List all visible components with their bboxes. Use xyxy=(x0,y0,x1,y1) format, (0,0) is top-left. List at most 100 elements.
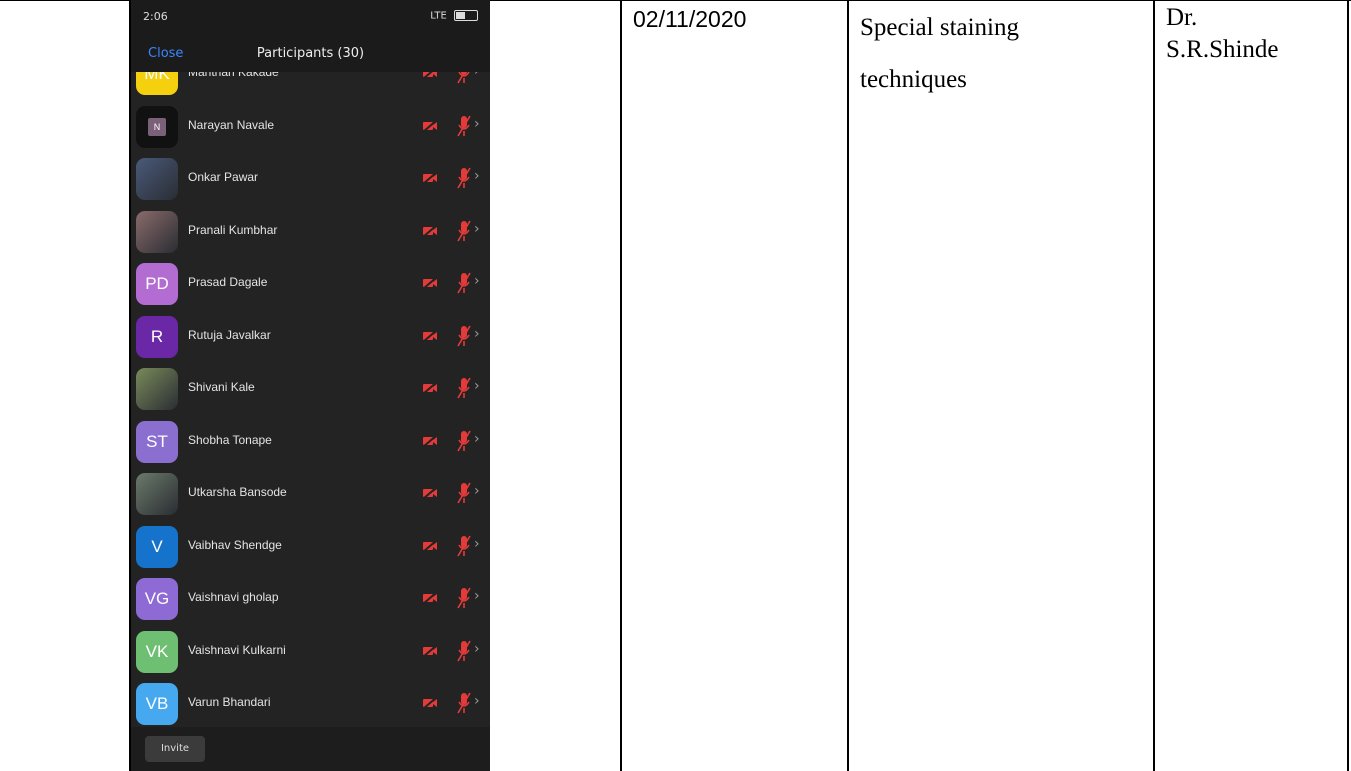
mic-muted-icon xyxy=(457,115,471,136)
avatar: N xyxy=(136,105,178,148)
mic-muted-icon xyxy=(457,167,471,189)
mic-muted-icon xyxy=(457,325,471,346)
mic-muted-icon xyxy=(457,640,471,661)
chevron-right-icon[interactable]: › xyxy=(474,273,480,289)
table-border-col4 xyxy=(1153,0,1155,771)
participant-name: Utkarsha Bansode xyxy=(188,485,287,499)
participants-footer: Invite xyxy=(131,727,490,771)
status-time: 2:06 xyxy=(143,10,168,23)
participant-name: Onkar Pawar xyxy=(188,170,259,184)
avatar-initial: N xyxy=(148,118,166,137)
video-off-icon xyxy=(422,538,438,553)
avatar: VG xyxy=(136,578,178,620)
chevron-right-icon[interactable]: › xyxy=(474,221,480,237)
participant-row[interactable]: N Narayan Navale › xyxy=(131,100,490,154)
participant-name: Vaishnavi Kulkarni xyxy=(188,642,286,657)
mic-muted-icon xyxy=(457,692,471,714)
chevron-right-icon[interactable]: › xyxy=(474,588,480,604)
chevron-right-icon[interactable]: › xyxy=(474,483,480,499)
topic-line-2: techniques xyxy=(860,66,967,93)
participant-name: Vaibhav Shendge xyxy=(188,537,282,552)
mic-muted-icon xyxy=(457,272,471,294)
chevron-right-icon[interactable]: › xyxy=(474,378,480,394)
mic-muted-icon xyxy=(457,587,471,609)
video-off-icon xyxy=(422,486,438,500)
chevron-right-icon[interactable]: › xyxy=(474,693,480,709)
participants-list[interactable]: MKManthan Kakade›NNarayan Navale›Onkar P… xyxy=(131,72,490,727)
participant-row[interactable]: ST Shobha Tonape › xyxy=(131,415,490,469)
chevron-right-icon[interactable]: › xyxy=(474,326,480,342)
mic-muted-icon xyxy=(457,430,471,451)
status-bar: 2:06 LTE xyxy=(131,0,490,36)
video-off-icon xyxy=(422,223,438,238)
participant-row[interactable]: VG Vaishnavi gholap › xyxy=(131,572,490,626)
video-off-icon xyxy=(422,276,438,290)
participant-row[interactable]: MK Manthan Kakade › xyxy=(131,72,490,101)
network-label: LTE xyxy=(430,10,447,22)
participants-screenshot: 2:06 LTE Close Participants (30) MK Manth… xyxy=(131,0,490,771)
avatar: V xyxy=(136,525,178,568)
video-off-icon xyxy=(422,72,437,80)
participant-row[interactable]: Utkarsha Bansode › xyxy=(131,467,490,521)
video-off-icon xyxy=(422,591,438,605)
topic-line-1: Special staining xyxy=(860,14,1019,41)
video-off-icon xyxy=(422,381,438,395)
participant-name: Pranali Kumbhar xyxy=(188,222,278,237)
mic-muted-icon xyxy=(457,482,471,504)
mic-muted-icon xyxy=(457,535,471,556)
avatar xyxy=(136,210,178,253)
participant-row[interactable]: Onkar Pawar › xyxy=(131,152,490,206)
status-indicators: LTE xyxy=(430,10,478,22)
topic-cell: Special staining techniques xyxy=(860,2,1150,106)
participant-name: Vaishnavi gholap xyxy=(188,590,279,604)
chevron-right-icon[interactable]: › xyxy=(474,72,480,79)
participant-row[interactable]: PD Prasad Dagale › xyxy=(131,257,490,311)
participant-name: Narayan Navale xyxy=(188,117,275,132)
teacher-line-2: S.R.Shinde xyxy=(1166,36,1279,63)
video-off-icon xyxy=(422,171,438,185)
chevron-right-icon[interactable]: › xyxy=(474,641,480,657)
participant-row[interactable]: V Vaibhav Shendge › xyxy=(131,520,490,574)
avatar: VK xyxy=(136,630,178,673)
chevron-right-icon[interactable]: › xyxy=(474,431,480,447)
chevron-right-icon[interactable]: › xyxy=(474,168,480,184)
avatar xyxy=(136,158,178,200)
video-off-icon xyxy=(422,696,438,710)
avatar: VB xyxy=(136,683,178,725)
participant-row[interactable]: Pranali Kumbhar › xyxy=(131,205,490,259)
avatar: PD xyxy=(136,263,178,305)
chevron-right-icon[interactable]: › xyxy=(474,116,480,132)
table-border-col2 xyxy=(620,0,622,771)
video-off-icon xyxy=(422,328,438,343)
video-off-icon xyxy=(422,433,438,448)
participant-name: Shobha Tonape xyxy=(188,432,272,447)
participant-name: Prasad Dagale xyxy=(188,275,268,289)
participants-title: Participants (30) xyxy=(256,46,365,61)
mic-muted-icon xyxy=(457,220,471,241)
avatar: R xyxy=(136,315,178,358)
avatar: ST xyxy=(136,420,178,463)
video-off-icon xyxy=(422,118,438,133)
participants-header: Close Participants (30) xyxy=(131,36,490,72)
participant-row[interactable]: VK Vaishnavi Kulkarni › xyxy=(131,625,490,679)
table-border-col3 xyxy=(847,0,849,771)
participant-name: Shivani Kale xyxy=(188,380,255,394)
invite-button[interactable]: Invite xyxy=(145,736,205,762)
participant-row[interactable]: R Rutuja Javalkar › xyxy=(131,310,490,364)
participant-row[interactable]: Shivani Kale › xyxy=(131,362,490,416)
battery-icon xyxy=(454,10,478,21)
date-cell: 02/11/2020 xyxy=(633,6,747,32)
mic-muted-icon xyxy=(457,72,470,84)
avatar xyxy=(136,473,178,515)
teacher-line-1: Dr. xyxy=(1166,4,1198,31)
mic-muted-icon xyxy=(457,377,471,399)
participant-row[interactable]: VB Varun Bhandari › xyxy=(131,677,490,727)
avatar: MK xyxy=(136,72,178,95)
video-off-icon xyxy=(422,643,438,658)
teacher-cell: Dr. S.R.Shinde xyxy=(1166,2,1346,66)
chevron-right-icon[interactable]: › xyxy=(474,536,480,552)
participant-name: Varun Bhandari xyxy=(188,695,271,709)
participant-name: Rutuja Javalkar xyxy=(188,327,271,342)
avatar xyxy=(136,368,178,410)
participant-name: Manthan Kakade xyxy=(188,72,279,79)
